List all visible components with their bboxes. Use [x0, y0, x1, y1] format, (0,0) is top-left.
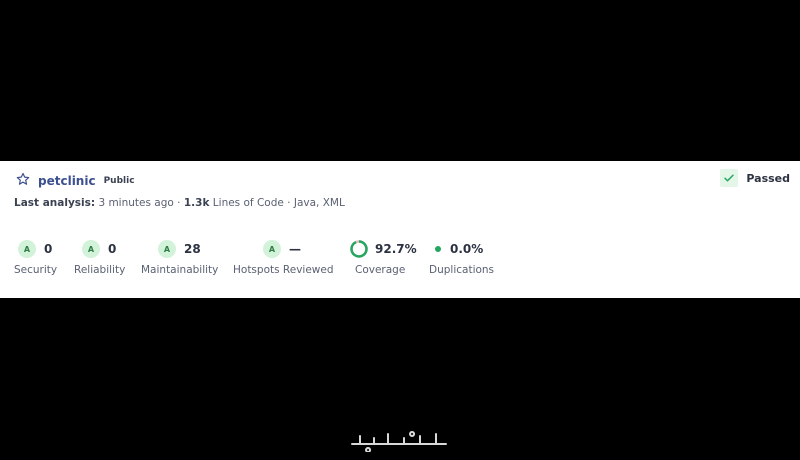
maintainability-rating-badge: A [158, 240, 176, 258]
duplications-value[interactable]: 0.0% [450, 242, 483, 256]
project-card: petclinic Public Passed Last analysis: 3… [0, 161, 800, 298]
check-icon [720, 169, 739, 187]
lines-of-code-label: Lines of Code [212, 197, 284, 209]
maintainability-label: Maintainability [141, 264, 219, 276]
metric-security[interactable]: A 0 Security [14, 239, 57, 276]
last-analysis-time: 3 minutes ago [98, 197, 174, 209]
reliability-label: Reliability [74, 264, 126, 276]
hotspots-value[interactable]: — [289, 242, 301, 256]
analysis-info: Last analysis: 3 minutes ago · 1.3k Line… [14, 197, 345, 209]
visibility-badge: Public [103, 175, 135, 186]
coverage-ring-icon [350, 240, 368, 258]
reliability-rating-badge: A [82, 240, 100, 258]
project-name-link[interactable]: petclinic [38, 174, 96, 188]
star-icon[interactable] [16, 171, 38, 190]
metric-coverage[interactable]: 92.7% Coverage [350, 239, 417, 276]
quality-gate-label: Passed [746, 171, 790, 185]
hotspots-rating-badge: A [263, 240, 281, 258]
languages: Java, XML [293, 197, 345, 209]
project-header: petclinic Public [16, 171, 135, 190]
metric-duplications[interactable]: 0.0% Duplications [429, 239, 494, 276]
separator: · [177, 197, 181, 209]
quality-gate-status: Passed [720, 169, 790, 187]
security-label: Security [14, 264, 58, 276]
last-analysis-label: Last analysis: [14, 197, 96, 209]
metric-reliability[interactable]: A 0 Reliability [74, 239, 125, 276]
lines-of-code-value: 1.3k [183, 197, 210, 209]
coverage-label: Coverage [355, 264, 406, 276]
security-value[interactable]: 0 [44, 242, 52, 256]
metric-hotspots[interactable]: A — Hotspots Reviewed [233, 239, 334, 276]
hotspots-label: Hotspots Reviewed [233, 264, 334, 276]
coverage-value[interactable]: 92.7% [375, 242, 417, 256]
duplications-label: Duplications [429, 264, 495, 276]
metric-maintainability[interactable]: A 28 Maintainability [141, 239, 218, 276]
separator: · [287, 197, 291, 209]
maintainability-value[interactable]: 28 [184, 242, 201, 256]
watermark-logo [351, 431, 447, 452]
duplications-dot-icon [435, 246, 441, 252]
security-rating-badge: A [18, 240, 36, 258]
reliability-value[interactable]: 0 [108, 242, 116, 256]
